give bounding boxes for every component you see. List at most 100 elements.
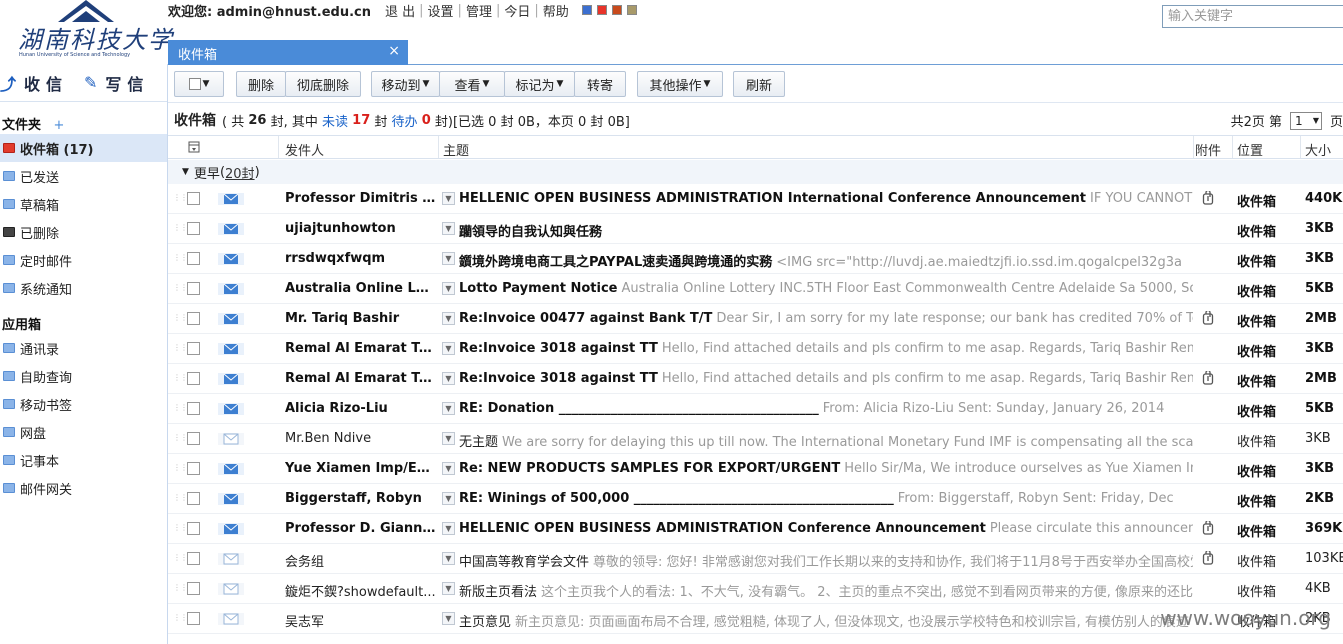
drag-handle-icon[interactable]: ⋮⋮ xyxy=(173,343,188,352)
group-count-link[interactable]: 20封 xyxy=(225,163,255,182)
skin-orange-button[interactable] xyxy=(611,5,622,15)
row-checkbox[interactable] xyxy=(187,312,200,325)
mark-as-dropdown[interactable]: 标记为 ▼ xyxy=(504,71,575,97)
other-actions-dropdown[interactable]: 其他操作 ▼ xyxy=(637,71,723,97)
drag-handle-icon[interactable]: ⋮⋮ xyxy=(173,313,188,322)
email-row[interactable]: ⋮⋮ Mr.Ben Ndive ▼ 无主题 We are sorry for delay… xyxy=(168,424,1343,454)
drag-handle-icon[interactable]: ⋮⋮ xyxy=(173,433,188,442)
add-folder-icon[interactable]: + xyxy=(54,118,65,133)
sidebar-item-contacts[interactable]: 通讯录 xyxy=(0,334,167,362)
drag-handle-icon[interactable]: ⋮⋮ xyxy=(173,583,188,592)
row-checkbox[interactable] xyxy=(187,282,200,295)
subject-cell[interactable]: 中国高等教育学会文件 尊敬的领导: 您好! 非常感谢您对我们工作长期以来的支持和协… xyxy=(459,551,1193,570)
move-to-dropdown[interactable]: 移动到 ▼ xyxy=(371,71,440,97)
sender[interactable]: Biggerstaff, Robyn xyxy=(285,491,437,506)
row-checkbox[interactable] xyxy=(187,432,200,445)
forward-button[interactable]: 转寄 xyxy=(574,71,626,97)
sidebar-item-self-query[interactable]: 自助查询 xyxy=(0,362,167,390)
drag-handle-icon[interactable]: ⋮⋮ xyxy=(173,613,188,622)
subject-cell[interactable]: Re: NEW PRODUCTS SAMPLES FOR EXPORT/URGE… xyxy=(459,461,1193,476)
drag-handle-icon[interactable]: ⋮⋮ xyxy=(173,373,188,382)
sender[interactable]: Australia Online Lott... xyxy=(285,281,437,296)
email-row[interactable]: ⋮⋮ Australia Online Lott... ▼ Lotto Payment… xyxy=(168,274,1343,304)
column-size[interactable]: 大小 xyxy=(1305,140,1331,159)
skin-red-button[interactable] xyxy=(596,5,607,15)
quick-menu-chevron-icon[interactable]: ▼ xyxy=(442,402,455,415)
email-row[interactable]: ⋮⋮ Remal Al Emarat Tra... ▼ Re:Invoice 3018… xyxy=(168,364,1343,394)
sender[interactable]: Yue Xiamen Imp/Ex... xyxy=(285,461,437,476)
sidebar-item-scheduled[interactable]: 定时邮件 xyxy=(0,246,167,274)
sender[interactable]: ujiajtunhowton xyxy=(285,221,437,236)
email-row[interactable]: ⋮⋮ Professor Dimitris Gi... ▼ HELLENIC OPEN… xyxy=(168,184,1343,214)
row-checkbox[interactable] xyxy=(187,552,200,565)
sender[interactable]: Professor D. Giannias xyxy=(285,521,437,536)
row-checkbox[interactable] xyxy=(187,252,200,265)
search-input[interactable] xyxy=(1162,5,1343,28)
unread-filter-link[interactable]: 未读 xyxy=(322,111,348,130)
sender[interactable]: rrsdwqxfwqm xyxy=(285,251,437,266)
drag-handle-icon[interactable]: ⋮⋮ xyxy=(173,553,188,562)
subject-cell[interactable]: 鑕境外跨境电商工具之PAYPAL速卖通與跨境通的实務 <IMG src="http… xyxy=(459,251,1193,270)
sidebar-item-notepad[interactable]: 记事本 xyxy=(0,446,167,474)
settings-link[interactable]: 设置 xyxy=(428,1,454,20)
select-all-dropdown[interactable]: ▼ xyxy=(174,71,224,97)
sidebar-item-deleted[interactable]: 已删除 xyxy=(0,218,167,246)
row-checkbox[interactable] xyxy=(187,612,200,625)
sender[interactable]: 鏇炬不鍥?showdefault... xyxy=(285,581,437,600)
quick-menu-chevron-icon[interactable]: ▼ xyxy=(442,552,455,565)
today-link[interactable]: 今日 xyxy=(504,1,530,20)
sidebar-item-bookmarks[interactable]: 移动书签 xyxy=(0,390,167,418)
drag-handle-icon[interactable]: ⋮⋮ xyxy=(173,463,188,472)
delete-button[interactable]: 删除 xyxy=(236,71,286,97)
drag-handle-icon[interactable]: ⋮⋮ xyxy=(173,193,188,202)
subject-cell[interactable]: Re:Invoice 3018 against TT Hello, Find at… xyxy=(459,371,1193,386)
drag-handle-icon[interactable]: ⋮⋮ xyxy=(173,493,188,502)
view-dropdown[interactable]: 查看 ▼ xyxy=(439,71,505,97)
subject-cell[interactable]: 无主题 We are sorry for delaying this up til… xyxy=(459,431,1193,450)
drag-handle-icon[interactable]: ⋮⋮ xyxy=(173,523,188,532)
quick-menu-chevron-icon[interactable]: ▼ xyxy=(442,372,455,385)
logout-link[interactable]: 退 出 xyxy=(385,1,415,20)
column-subject[interactable]: 主题 xyxy=(443,140,469,159)
row-checkbox[interactable] xyxy=(187,402,200,415)
subject-cell[interactable]: Re:Invoice 3018 against TT Hello, Find at… xyxy=(459,341,1193,356)
admin-link[interactable]: 管理 xyxy=(466,1,492,20)
email-row[interactable]: ⋮⋮ ujiajtunhowton ▼ 躪領导的自我认知與任務 收件箱 3KB xyxy=(168,214,1343,244)
help-link[interactable]: 帮助 xyxy=(543,1,569,20)
subject-cell[interactable]: Lotto Payment Notice Australia Online Lot… xyxy=(459,281,1193,296)
subject-cell[interactable]: Re:Invoice 00477 against Bank T/T Dear Si… xyxy=(459,311,1193,326)
sidebar-item-drafts[interactable]: 草稿箱 xyxy=(0,190,167,218)
row-checkbox[interactable] xyxy=(187,372,200,385)
row-checkbox[interactable] xyxy=(187,342,200,355)
close-icon[interactable]: × xyxy=(388,43,400,59)
quick-menu-chevron-icon[interactable]: ▼ xyxy=(442,462,455,475)
tab-inbox[interactable]: 收件箱 × xyxy=(168,40,408,65)
column-sender[interactable]: 发件人 xyxy=(285,140,324,159)
refresh-button[interactable]: 刷新 xyxy=(733,71,785,97)
sender[interactable]: Remal Al Emarat Tra... xyxy=(285,371,437,386)
subject-cell[interactable]: 主页意见 新主页意见: 页面画面布局不合理, 感觉粗糙, 体现了人, 但没体现文,… xyxy=(459,611,1193,630)
drag-handle-icon[interactable]: ⋮⋮ xyxy=(173,403,188,412)
quick-menu-chevron-icon[interactable]: ▼ xyxy=(442,192,455,205)
quick-menu-chevron-icon[interactable]: ▼ xyxy=(442,432,455,445)
quick-menu-chevron-icon[interactable]: ▼ xyxy=(442,342,455,355)
quick-menu-chevron-icon[interactable]: ▼ xyxy=(442,312,455,325)
row-checkbox[interactable] xyxy=(187,522,200,535)
group-header-earlier[interactable]: ▼ 更早(20封) xyxy=(168,160,1343,184)
column-attachment[interactable]: 附件 xyxy=(1195,140,1221,159)
column-location[interactable]: 位置 xyxy=(1237,140,1263,159)
sender[interactable]: Mr.Ben Ndive xyxy=(285,431,437,446)
sender[interactable]: Alicia Rizo-Liu xyxy=(285,401,437,416)
sender[interactable]: 吴志军 xyxy=(285,611,437,630)
sender[interactable]: 会务组 xyxy=(285,551,437,570)
row-checkbox[interactable] xyxy=(187,582,200,595)
quick-menu-chevron-icon[interactable]: ▼ xyxy=(442,582,455,595)
subject-cell[interactable]: 新版主页看法 这个主页我个人的看法: 1、不大气, 没有霸气。 2、主页的重点不突… xyxy=(459,581,1193,600)
sidebar-item-inbox[interactable]: 收件箱 (17) xyxy=(0,134,167,162)
sender[interactable]: Mr. Tariq Bashir xyxy=(285,311,437,326)
collapse-triangle-icon[interactable]: ▼ xyxy=(182,167,189,177)
email-row[interactable]: ⋮⋮ Alicia Rizo-Liu ▼ RE: Donation _________… xyxy=(168,394,1343,424)
email-row[interactable]: ⋮⋮ 鏇炬不鍥?showdefault... ▼ 新版主页看法 这个主页我个人的看法: … xyxy=(168,574,1343,604)
row-checkbox[interactable] xyxy=(187,192,200,205)
email-row[interactable]: ⋮⋮ Biggerstaff, Robyn ▼ RE: Winings of 500,… xyxy=(168,484,1343,514)
